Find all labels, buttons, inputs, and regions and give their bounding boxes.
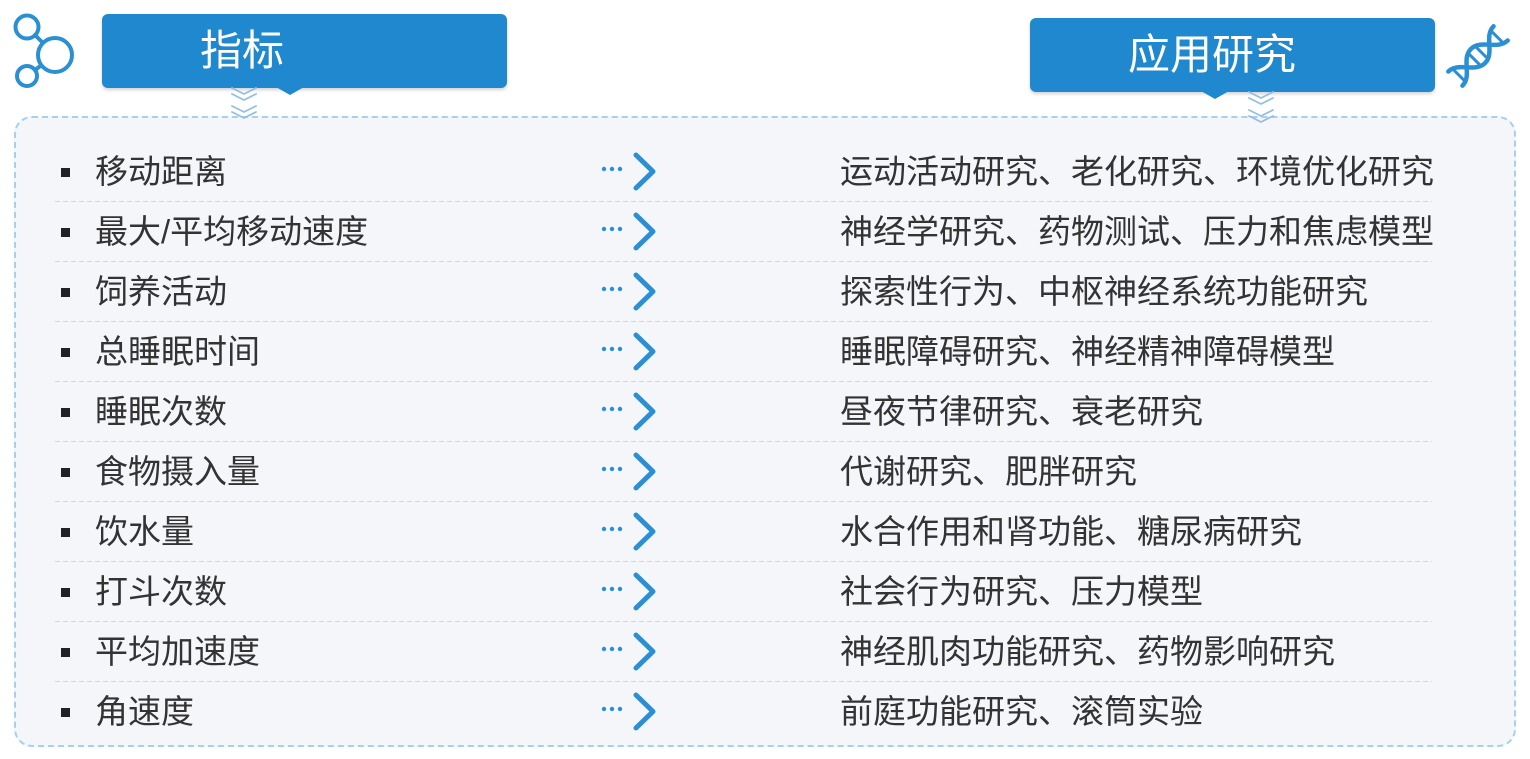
application-label: 前庭功能研究、滚筒实验 [840,693,1203,730]
square-bullet-icon [61,288,70,297]
metric-row: 角速度 前庭功能研究、滚筒实验 [55,682,1432,742]
metric-row: 食物摄入量 代谢研究、肥胖研究 [55,442,1432,502]
square-bullet-icon [61,168,70,177]
dotted-arrow-right-icon [601,632,656,671]
double-chevron-down-icon [231,87,257,119]
metrics-header-title: 指标 [200,27,285,74]
application-label: 神经肌肉功能研究、药物影响研究 [840,633,1335,670]
application-label: 社会行为研究、压力模型 [840,573,1203,610]
application-label: 睡眠障碍研究、神经精神障碍模型 [840,333,1335,370]
metric-label: 睡眠次数 [95,393,227,430]
application-label: 代谢研究、肥胖研究 [840,453,1137,490]
network-nodes-icon [13,13,74,88]
dotted-arrow-right-icon [601,212,656,251]
application-label: 探索性行为、中枢神经系统功能研究 [840,273,1368,310]
application-label: 运动活动研究、老化研究、环境优化研究 [840,153,1434,190]
metric-label: 食物摄入量 [95,453,260,490]
square-bullet-icon [61,528,70,537]
metric-row: 平均加速度 神经肌肉功能研究、药物影响研究 [55,622,1432,682]
metric-row: 饮水量 水合作用和肾功能、糖尿病研究 [55,502,1432,562]
square-bullet-icon [61,708,70,717]
applications-header-tab: 应用研究 [1030,18,1435,92]
metric-row: 总睡眠时间 睡眠障碍研究、神经精神障碍模型 [55,322,1432,382]
square-bullet-icon [61,348,70,357]
square-bullet-icon [61,468,70,477]
metric-label: 打斗次数 [95,573,227,610]
dna-helix-icon [1446,24,1510,88]
dotted-arrow-right-icon [601,392,656,431]
header-pointer [1201,91,1229,99]
double-chevron-down-icon [1248,91,1274,123]
metric-row: 睡眠次数 昼夜节律研究、衰老研究 [55,382,1432,442]
metric-row: 打斗次数 社会行为研究、压力模型 [55,562,1432,622]
metric-label: 饲养活动 [95,273,227,310]
dotted-arrow-right-icon [601,332,656,371]
metric-row: 移动距离 运动活动研究、老化研究、环境优化研究 [55,142,1434,202]
metric-label: 平均加速度 [95,633,260,670]
dotted-arrow-right-icon [601,152,656,191]
metric-label: 角速度 [95,693,194,730]
metric-label: 最大/平均移动速度 [95,213,369,250]
header-pointer [276,87,304,95]
dotted-arrow-right-icon [601,572,656,611]
square-bullet-icon [61,228,70,237]
metrics-header-tab: 指标 [102,14,507,88]
application-label: 神经学研究、药物测试、压力和焦虑模型 [840,213,1434,250]
square-bullet-icon [61,408,70,417]
dotted-arrow-right-icon [601,272,656,311]
application-label: 水合作用和肾功能、糖尿病研究 [840,513,1302,550]
metric-label: 饮水量 [95,513,194,550]
metrics-list: 移动距离 运动活动研究、老化研究、环境优化研究最大/平均移动速度 神经学研究、药物测… [55,142,1434,742]
metric-label: 移动距离 [95,153,227,190]
dotted-arrow-right-icon [601,512,656,551]
dotted-arrow-right-icon [601,452,656,491]
square-bullet-icon [61,648,70,657]
applications-header-title: 应用研究 [1128,31,1297,78]
application-label: 昼夜节律研究、衰老研究 [840,393,1203,430]
metric-row: 饲养活动 探索性行为、中枢神经系统功能研究 [55,262,1432,322]
metric-row: 最大/平均移动速度 神经学研究、药物测试、压力和焦虑模型 [55,202,1434,262]
dotted-arrow-right-icon [601,692,656,731]
metric-label: 总睡眠时间 [95,333,260,370]
square-bullet-icon [61,588,70,597]
